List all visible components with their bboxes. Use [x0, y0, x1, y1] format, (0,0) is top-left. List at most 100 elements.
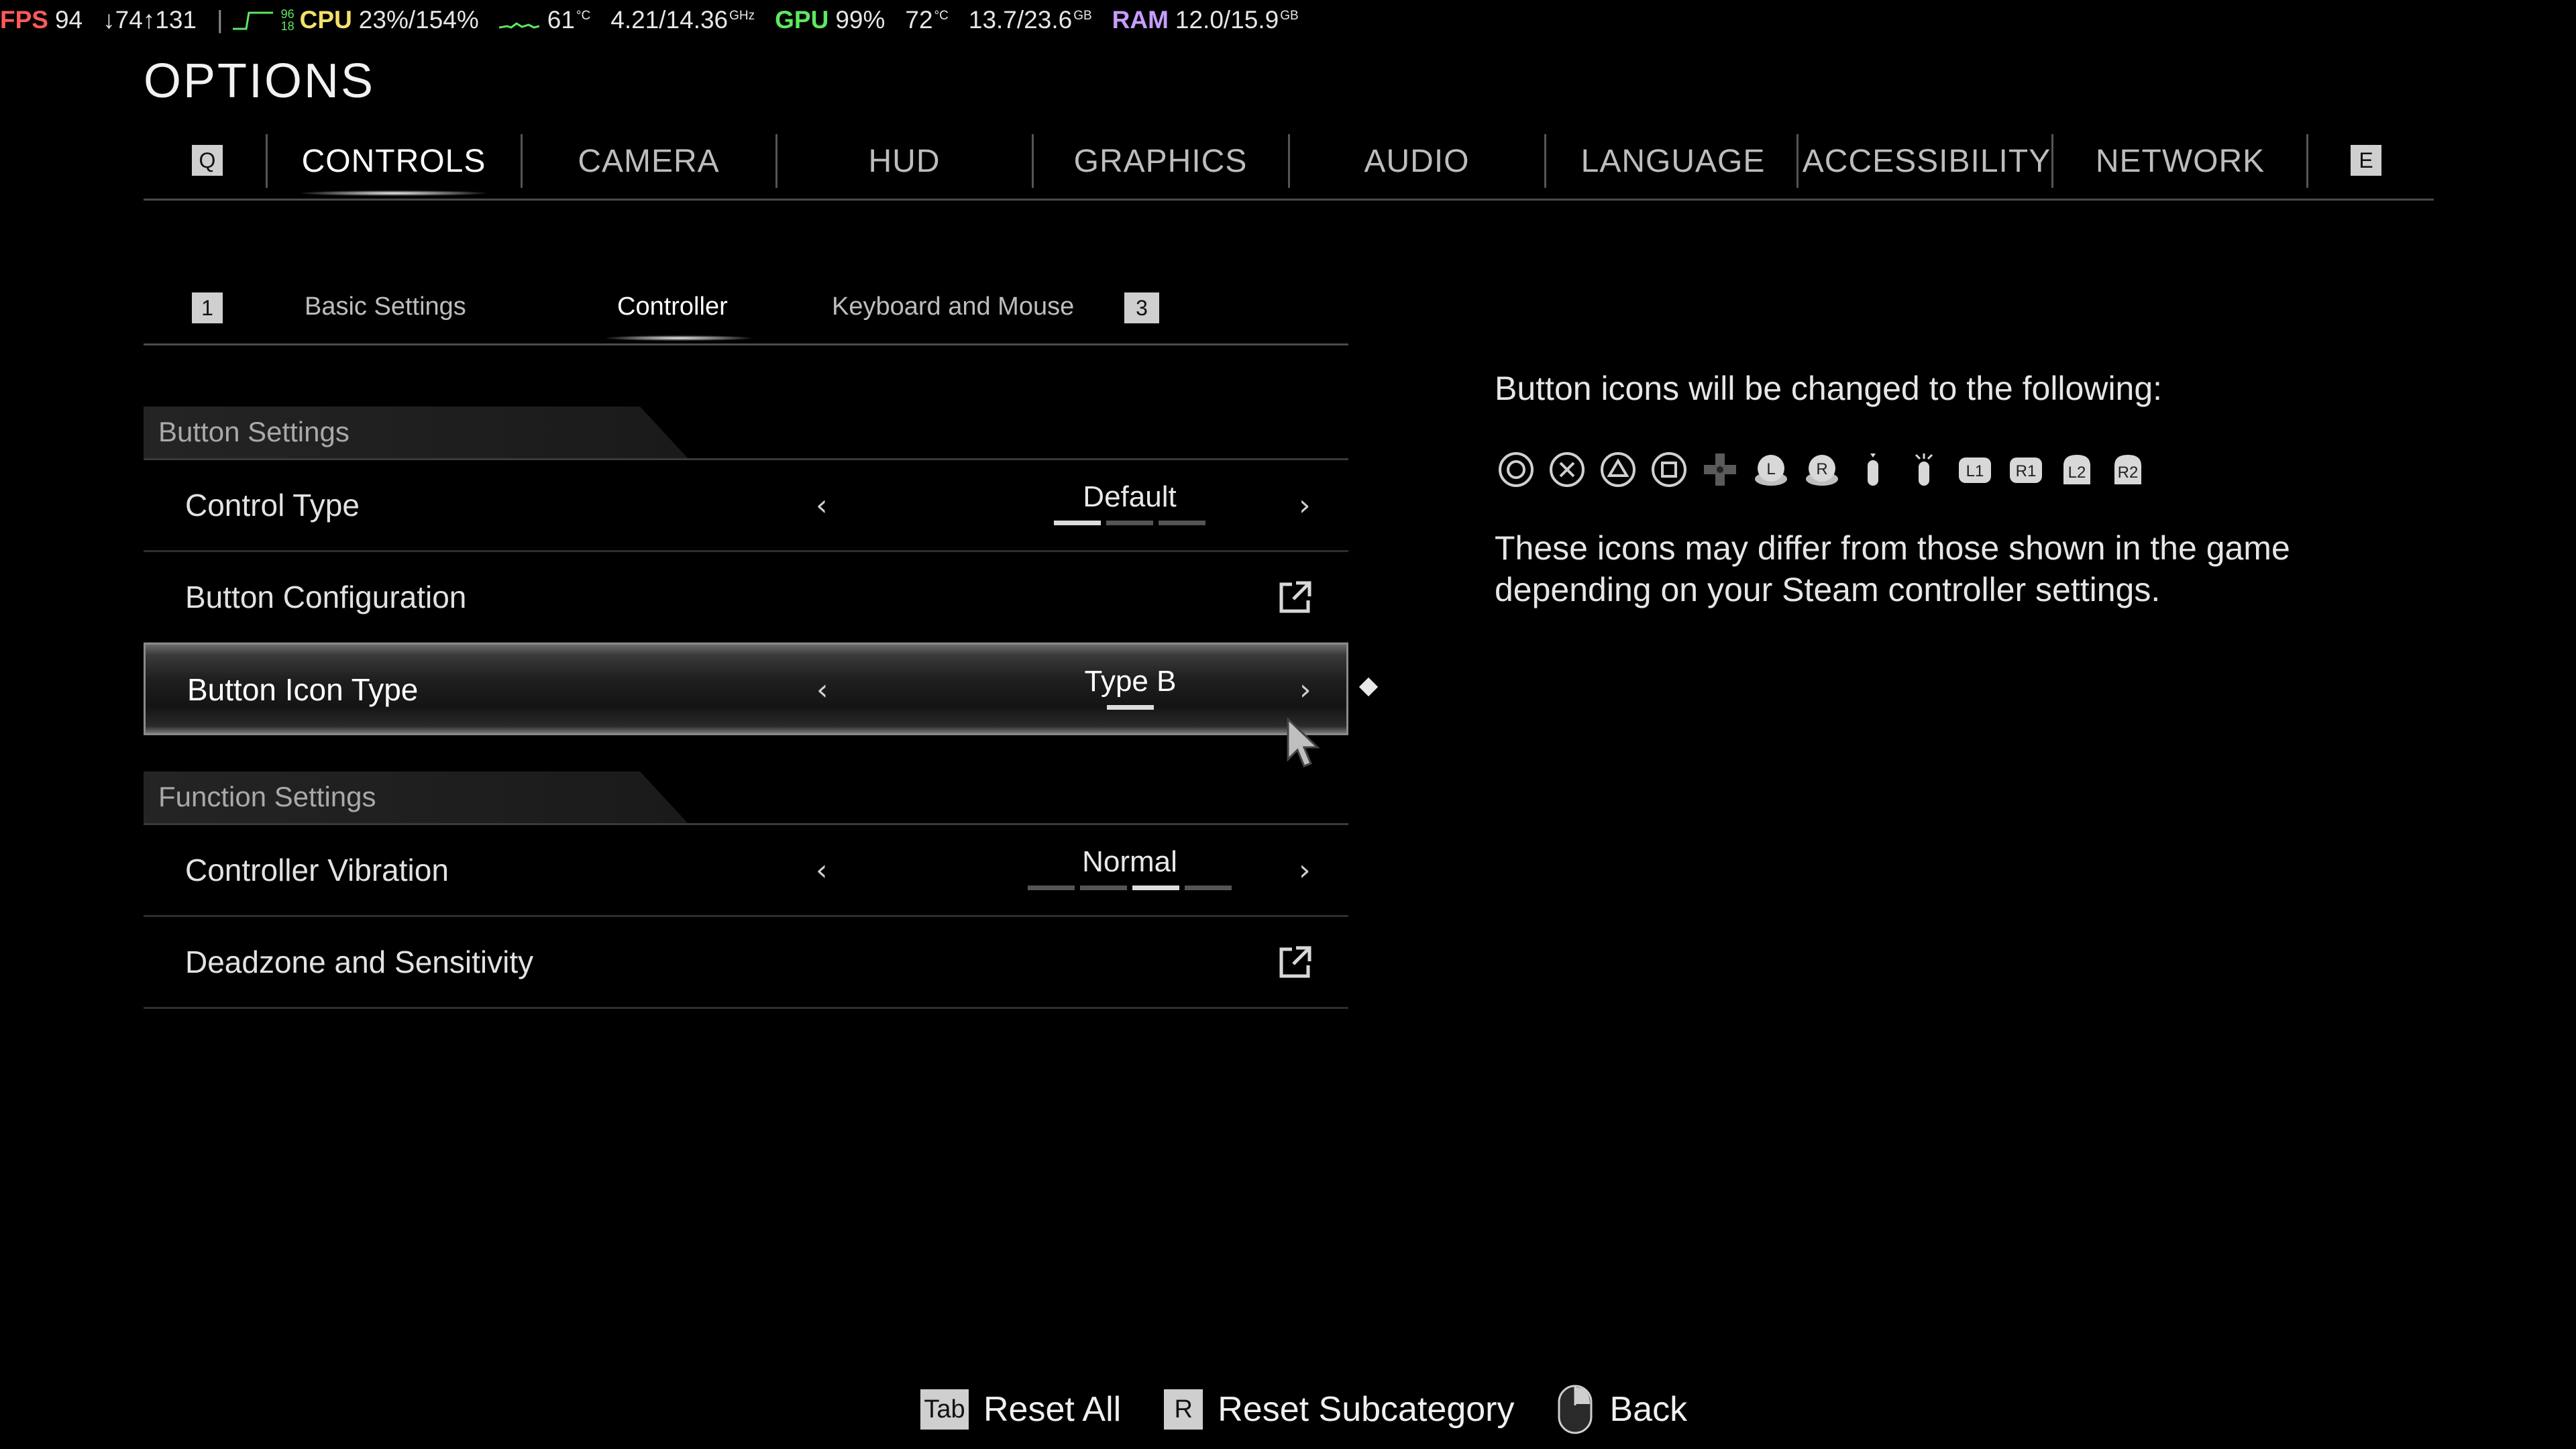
tab-camera[interactable]: CAMERA — [523, 134, 774, 188]
prev-option-arrow[interactable]: ‹ — [816, 825, 828, 915]
section-title: Function Settings — [158, 781, 376, 812]
option-indicator — [1028, 885, 1232, 890]
cpu-core-stack: 96 18 — [280, 7, 294, 33]
tab-audio[interactable]: AUDIO — [1291, 134, 1543, 188]
back-label: Back — [1609, 1390, 1688, 1429]
section-header-button-settings: Button Settings — [144, 407, 1348, 460]
reset-all-label: Reset All — [983, 1390, 1122, 1429]
setting-row-button-configuration[interactable]: Button Configuration — [144, 552, 1348, 644]
tab-network[interactable]: NETWORK — [2054, 134, 2306, 188]
next-category-key[interactable]: E — [2351, 145, 2381, 176]
circle-button-icon — [1499, 452, 1534, 487]
setting-value: Normal — [1082, 845, 1177, 878]
svg-text:L2: L2 — [2068, 464, 2086, 482]
tab-divider — [521, 134, 523, 188]
section-title: Button Settings — [158, 416, 350, 447]
vram-value: 13.7/23.6 — [968, 6, 1073, 34]
gpu-temp: 72 — [905, 6, 933, 34]
section-header-function-settings: Function Settings — [144, 771, 1348, 825]
tab-controls[interactable]: CONTROLS — [268, 134, 519, 188]
page-title: OPTIONS — [144, 54, 376, 108]
tab-language[interactable]: LANGUAGE — [1547, 134, 1799, 188]
next-subcategory-key[interactable]: 3 — [1124, 292, 1159, 323]
dpad-icon — [1704, 453, 1736, 486]
option-indicator — [1107, 705, 1154, 710]
next-option-arrow[interactable]: › — [1299, 825, 1311, 915]
svg-text:R1: R1 — [2016, 462, 2037, 480]
ram-value: 12.0/15.9 — [1175, 6, 1279, 34]
tab-divider — [1032, 134, 1034, 188]
subtab-basic-settings[interactable]: Basic Settings — [305, 292, 466, 321]
external-link-icon[interactable] — [1276, 944, 1313, 981]
square-button-icon — [1652, 452, 1686, 487]
tab-graphics[interactable]: GRAPHICS — [1034, 134, 1287, 188]
net-up: ↑131 — [142, 6, 197, 34]
gpu-temp-unit: °C — [934, 9, 949, 23]
r2-button-icon: R2 — [2114, 455, 2141, 484]
prev-category-key[interactable]: Q — [192, 145, 223, 176]
reset-all-button[interactable]: Tab Reset All — [920, 1389, 1121, 1430]
tab-divider — [1544, 134, 1546, 188]
mouse-right-click-icon — [1558, 1385, 1593, 1434]
prev-option-arrow[interactable]: ‹ — [816, 645, 828, 735]
back-button[interactable]: Back — [1557, 1384, 1687, 1435]
setting-label: Control Type — [185, 488, 360, 523]
right-stick-icon: R — [1806, 455, 1838, 486]
setting-label: Button Icon Type — [187, 672, 419, 707]
setting-row-button-icon-type[interactable]: Button Icon Type ‹ Type B › — [144, 643, 1348, 735]
cross-button-icon — [1550, 452, 1585, 487]
svg-text:L: L — [1766, 460, 1775, 478]
r-key-badge: R — [1164, 1389, 1203, 1430]
active-subtab-glow — [606, 335, 751, 341]
cpu-value: 23%/154% — [358, 6, 479, 34]
reset-subcategory-button[interactable]: R Reset Subcategory — [1164, 1389, 1514, 1430]
performance-overlay: FPS 94 ↓74 ↑131 | 96 18 CPU 23%/154% 61 °C… — [0, 0, 1319, 40]
tab-hud[interactable]: HUD — [778, 134, 1030, 188]
option-indicator — [1054, 521, 1205, 525]
stick-press-icon — [1868, 453, 1878, 486]
cpu-clock: 4.21/14.36 — [610, 6, 729, 34]
active-tab-glow — [302, 191, 486, 196]
ram-label: RAM — [1112, 6, 1169, 34]
cpu-temp-graph-icon — [498, 22, 539, 29]
mouse-cursor-icon — [1287, 718, 1320, 767]
gpu-label: GPU — [775, 6, 829, 34]
tab-accessibility[interactable]: ACCESSIBILITY — [1799, 134, 2054, 188]
tab-divider — [1796, 134, 1799, 188]
svg-text:L1: L1 — [1966, 462, 1984, 480]
next-option-arrow[interactable]: › — [1299, 460, 1311, 550]
gpu-value: 99% — [835, 6, 885, 34]
info-description: These icons may differ from those shown … — [1495, 529, 2290, 608]
svg-text:R2: R2 — [2118, 464, 2139, 482]
prev-subcategory-key[interactable]: 1 — [192, 292, 223, 323]
tab-divider — [2306, 134, 2308, 188]
bottom-action-bar: Tab Reset All R Reset Subcategory Back — [920, 1385, 1730, 1434]
ram-unit: GB — [1280, 9, 1299, 23]
setting-row-deadzone-and-sensitivity[interactable]: Deadzone and Sensitivity — [144, 917, 1348, 1009]
setting-row-controller-vibration[interactable]: Controller Vibration ‹ Normal › — [144, 825, 1348, 917]
info-title: Button icons will be changed to the foll… — [1495, 370, 2163, 407]
l2-button-icon: L2 — [2063, 455, 2090, 484]
svg-text:R: R — [1816, 460, 1827, 478]
tab-key-badge: Tab — [920, 1389, 969, 1430]
external-link-icon[interactable] — [1276, 579, 1313, 616]
subtab-controller[interactable]: Controller — [617, 292, 728, 321]
prev-option-arrow[interactable]: ‹ — [816, 460, 828, 550]
fps-label: FPS — [0, 6, 48, 34]
subtab-keyboard-and-mouse[interactable]: Keyboard and Mouse — [832, 292, 1074, 321]
stick-move-icon — [1915, 453, 1933, 486]
cpu-label: CPU — [299, 6, 352, 34]
r1-button-icon: R1 — [2010, 458, 2042, 483]
setting-value: Default — [1083, 480, 1177, 513]
setting-label: Button Configuration — [185, 580, 467, 614]
tab-divider — [266, 134, 268, 188]
category-tab-bar: Q CONTROLS CAMERA HUD GRAPHICS AUDIO LAN… — [144, 134, 2434, 201]
setting-row-control-type[interactable]: Control Type ‹ Default › — [144, 460, 1348, 552]
setting-label: Deadzone and Sensitivity — [185, 945, 534, 979]
tab-divider — [1288, 134, 1290, 188]
cpu-graph-icon — [232, 11, 273, 30]
reset-subcategory-label: Reset Subcategory — [1218, 1390, 1515, 1429]
cpu-temp: 61 — [547, 6, 575, 34]
overlay-divider: | — [217, 6, 223, 34]
tab-divider — [2051, 134, 2053, 188]
